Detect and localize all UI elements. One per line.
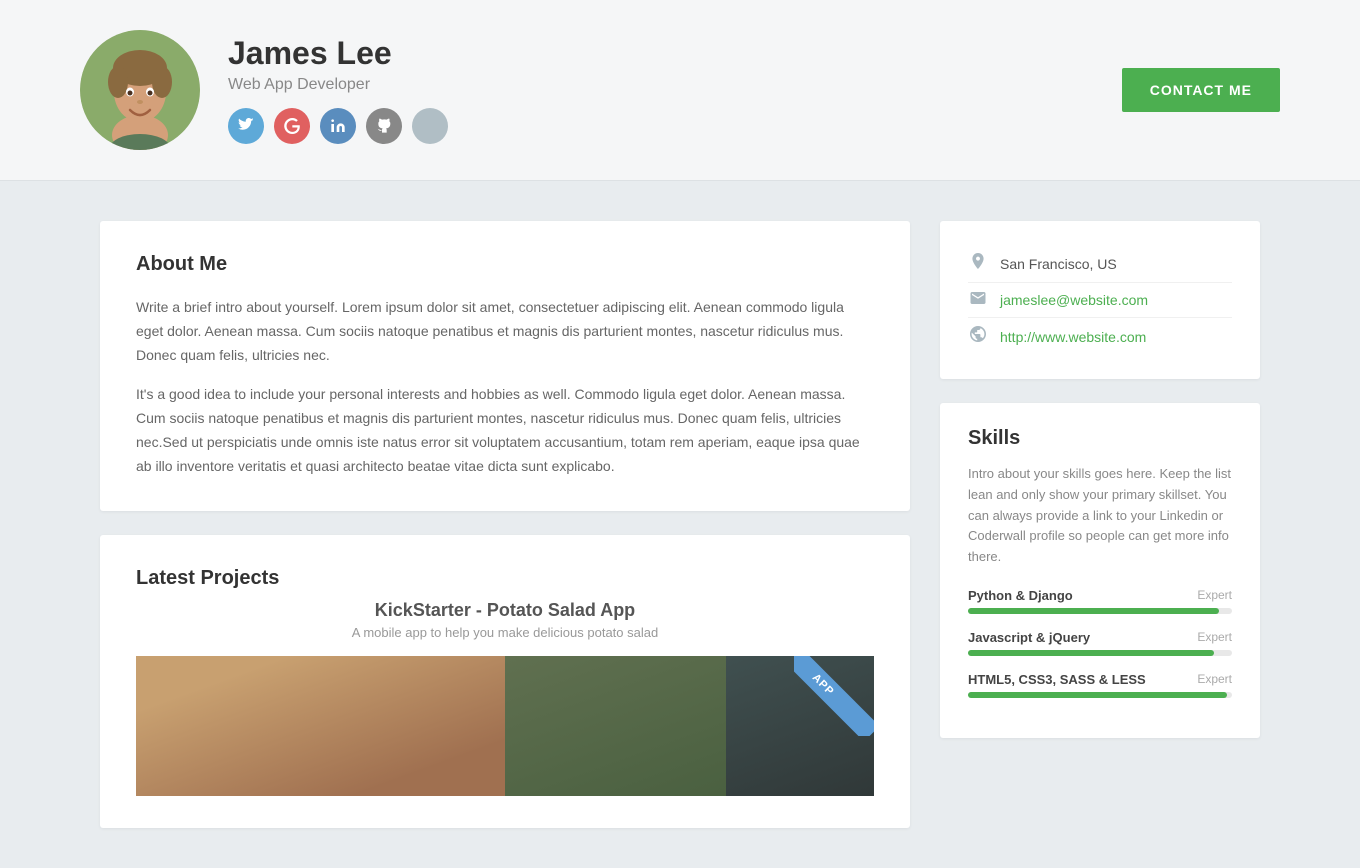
skill-item-html5: HTML5, CSS3, SASS & LESS Expert <box>968 672 1232 698</box>
profile-name: James Lee <box>228 36 1122 71</box>
app-badge <box>794 656 874 736</box>
linkedin-icon[interactable] <box>320 108 356 144</box>
profile-title: Web App Developer <box>228 76 1122 94</box>
projects-heading: Latest Projects <box>136 567 874 590</box>
image-segment-left <box>136 656 505 796</box>
skills-intro: Intro about your skills goes here. Keep … <box>968 464 1232 568</box>
skill-bar-bg-html5 <box>968 692 1232 698</box>
email-link[interactable]: jameslee@website.com <box>1000 292 1148 308</box>
project-image <box>136 656 874 796</box>
skill-bar-fill-javascript <box>968 650 1214 656</box>
github-icon[interactable] <box>366 108 402 144</box>
location-icon <box>968 253 988 274</box>
project-subtitle: A mobile app to help you make delicious … <box>136 625 874 640</box>
avatar <box>80 30 200 150</box>
skill-bar-fill-html5 <box>968 692 1227 698</box>
skill-level-html5: Expert <box>1197 672 1232 687</box>
about-paragraph-1: Write a brief intro about yourself. Lore… <box>136 296 874 367</box>
about-heading: About Me <box>136 253 874 276</box>
website-row: http://www.website.com <box>968 318 1232 355</box>
website-icon <box>968 326 988 347</box>
skill-name-html5: HTML5, CSS3, SASS & LESS <box>968 672 1146 687</box>
project-title: KickStarter - Potato Salad App <box>136 600 874 621</box>
about-card: About Me Write a brief intro about yours… <box>100 221 910 511</box>
skill-name-python: Python & Django <box>968 588 1073 603</box>
profile-info: James Lee Web App Developer <box>228 36 1122 143</box>
contact-info-card: San Francisco, US jameslee@website.com h… <box>940 221 1260 379</box>
image-segment-mid <box>505 656 726 796</box>
skills-heading: Skills <box>968 427 1232 450</box>
location-text: San Francisco, US <box>1000 256 1117 272</box>
extra-social-icon[interactable] <box>412 108 448 144</box>
about-paragraph-2: It's a good idea to include your persona… <box>136 383 874 478</box>
skill-level-javascript: Expert <box>1197 630 1232 645</box>
website-link[interactable]: http://www.website.com <box>1000 329 1146 345</box>
skills-card: Skills Intro about your skills goes here… <box>940 403 1260 738</box>
skill-bar-fill-python <box>968 608 1219 614</box>
projects-card: Latest Projects KickStarter - Potato Sal… <box>100 535 910 828</box>
skill-level-python: Expert <box>1197 588 1232 603</box>
left-column: About Me Write a brief intro about yours… <box>100 221 910 828</box>
skill-item-python: Python & Django Expert <box>968 588 1232 614</box>
email-row: jameslee@website.com <box>968 283 1232 318</box>
google-icon[interactable] <box>274 108 310 144</box>
skill-name-javascript: Javascript & jQuery <box>968 630 1090 645</box>
location-row: San Francisco, US <box>968 245 1232 283</box>
twitter-icon[interactable] <box>228 108 264 144</box>
right-column: San Francisco, US jameslee@website.com h… <box>940 221 1260 738</box>
skill-bar-bg-javascript <box>968 650 1232 656</box>
skill-bar-bg-python <box>968 608 1232 614</box>
main-content: About Me Write a brief intro about yours… <box>80 181 1280 868</box>
skill-item-javascript: Javascript & jQuery Expert <box>968 630 1232 656</box>
contact-me-button[interactable]: CONTACT ME <box>1122 68 1280 112</box>
social-icons-group <box>228 108 1122 144</box>
page-header: James Lee Web App Developer CONTACT ME <box>0 0 1360 181</box>
email-icon <box>968 291 988 309</box>
about-text: Write a brief intro about yourself. Lore… <box>136 296 874 479</box>
